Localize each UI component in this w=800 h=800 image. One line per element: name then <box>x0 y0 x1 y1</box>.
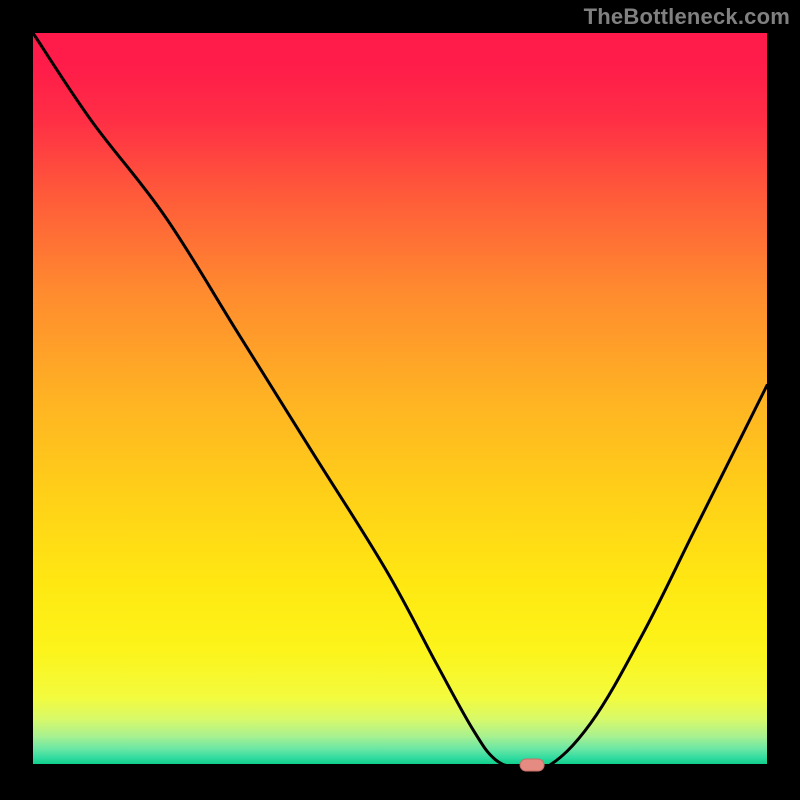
chart-container: TheBottleneck.com <box>0 0 800 800</box>
watermark-text: TheBottleneck.com <box>584 4 790 30</box>
bottleneck-chart <box>0 0 800 800</box>
optimal-point-marker <box>520 759 544 771</box>
plot-background <box>33 33 767 767</box>
